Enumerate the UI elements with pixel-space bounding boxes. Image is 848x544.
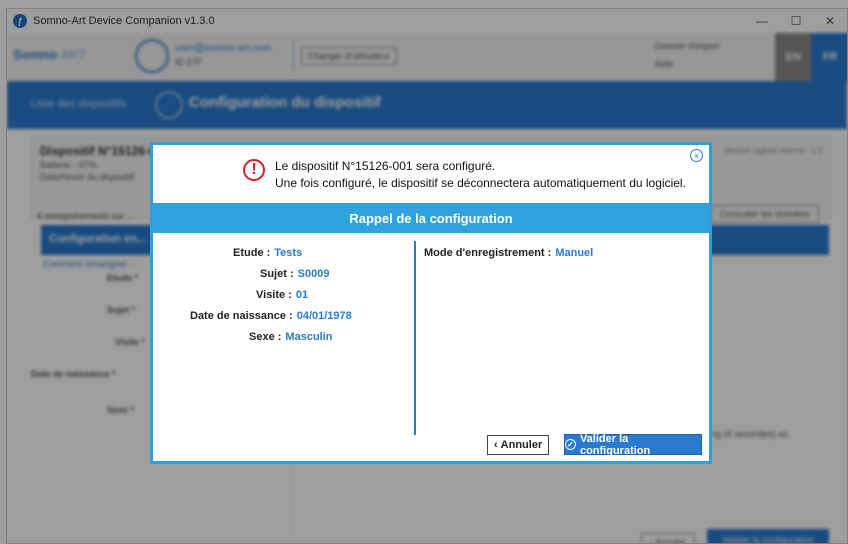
etude-value: Tests <box>274 247 303 259</box>
cancel-button[interactable]: ‹ Annuler <box>487 435 550 455</box>
sexe-value: Masculin <box>285 331 333 343</box>
chevron-left-icon: ‹ <box>494 439 498 451</box>
confirmation-dialog: ! Le dispositif N°15126-001 sera configu… <box>150 142 712 464</box>
visite-row: Visite :01 <box>256 289 308 301</box>
etude-label: Etude : <box>233 247 271 259</box>
validate-label: Valider la configuration <box>579 432 651 457</box>
etude-row: Etude : Tests <box>233 247 302 259</box>
close-icon[interactable]: × <box>690 149 703 162</box>
sujet-value: S0009 <box>297 268 330 280</box>
mode-row: Mode d'enregistrement : Manuel <box>424 247 593 259</box>
sexe-row: Sexe : Masculin <box>249 331 333 343</box>
cancel-label: Annuler <box>500 439 543 451</box>
message-line-2: Une fois configuré, le dispositif se déc… <box>275 176 686 190</box>
naissance-row: Date de naissance :04/01/1978 <box>190 310 352 322</box>
dialog-message-area: ! Le dispositif N°15126-001 sera configu… <box>153 145 709 205</box>
mode-label: Mode d'enregistrement : <box>424 247 552 259</box>
column-divider <box>414 241 416 435</box>
visite-value: 01 <box>295 289 309 301</box>
mode-value: Manuel <box>555 247 594 259</box>
sujet-row: Sujet : S0009 <box>260 268 329 280</box>
naissance-value: 04/01/1978 <box>296 310 352 322</box>
check-circle-icon: ✓ <box>565 439 576 450</box>
warning-icon: ! <box>243 159 265 181</box>
validate-configuration-button[interactable]: ✓ Valider la configuration <box>564 432 702 457</box>
dialog-header: Rappel de la configuration <box>153 203 709 233</box>
sujet-label: Sujet : <box>260 268 294 280</box>
sexe-label: Sexe : <box>249 331 282 343</box>
message-line-1: Le dispositif N°15126-001 sera configuré… <box>275 159 496 173</box>
visite-label: Visite : <box>256 289 292 301</box>
naissance-label: Date de naissance : <box>190 310 293 322</box>
